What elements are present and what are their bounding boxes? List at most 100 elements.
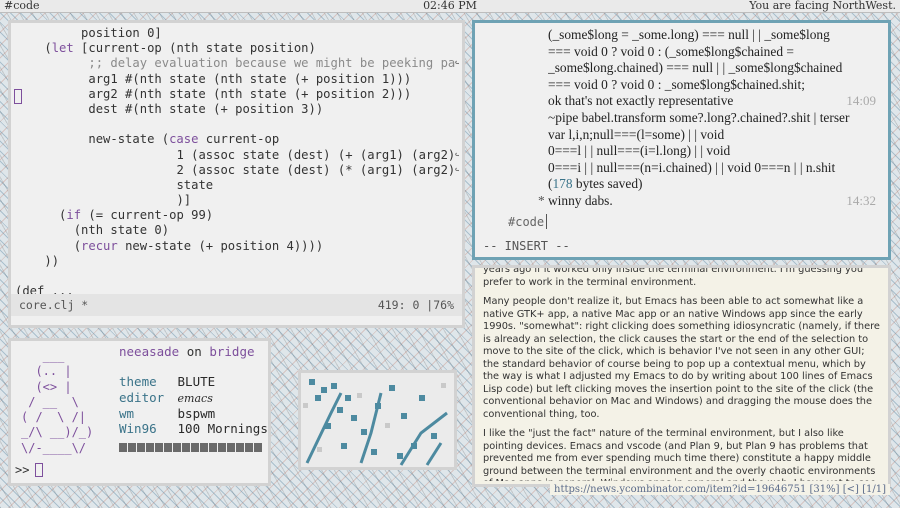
chat-message: === void 0 ? void 0 : (_some$long$chaine…	[548, 43, 794, 59]
user-host-line: neeasade on bridge	[119, 344, 268, 359]
code-text: (def ...	[15, 284, 74, 294]
chat-message: === void 0 ? void 0 : _some$long$chained…	[548, 76, 805, 92]
info-key: editor	[119, 389, 165, 405]
code-text: 1 (assoc state (dest) (+ (arg1) (arg2)	[176, 147, 456, 162]
code-line[interactable]: arg1 #(nth state (nth state (+ position …	[15, 72, 459, 87]
irc-window[interactable]: (_some$long = _some.long) === null | | _…	[472, 20, 891, 260]
code-text: new-state (	[88, 132, 170, 147]
chat-message: 0===i | | null===(n=i.chained) | | void …	[548, 159, 836, 175]
code-line[interactable]: (recur new-state (+ position 4))))	[15, 239, 459, 254]
chat-message: winny dabs.	[548, 193, 613, 208]
fringe-marker	[14, 89, 22, 104]
code-text: current-op	[198, 132, 280, 147]
code-line[interactable]: (nth state 0)	[15, 223, 459, 238]
shell-prompt[interactable]: >>	[15, 463, 44, 477]
chat-message: var l,i,n;null===(l=some) | | void	[548, 126, 725, 142]
code-keyword: recur	[81, 238, 118, 253]
chat-message: (178 bytes saved)	[548, 176, 643, 192]
color-swatches	[119, 437, 263, 452]
code-line[interactable]: dest #(nth state (+ position 3))	[15, 102, 459, 117]
code-line[interactable]: ))	[15, 254, 459, 269]
code-editor-window[interactable]: position 0] (let [current-op (nth state …	[8, 20, 465, 328]
username: neeasade	[119, 344, 180, 359]
paragraph: I like the "just the fact" nature of the…	[483, 428, 876, 481]
code-text: (= current-op 99)	[81, 208, 214, 223]
info-value: BLUTE	[177, 374, 216, 390]
comment-text: years ago if it worked only inside the t…	[483, 265, 883, 481]
code-text: state	[176, 177, 214, 192]
page-url[interactable]: https://news.ycombinator.com/item?id=196…	[550, 484, 890, 495]
browser-window[interactable]: years ago if it worked only inside the t…	[472, 265, 891, 487]
chat-log: (_some$long = _some.long) === null | | _…	[475, 27, 888, 229]
code-keyword: if	[66, 208, 82, 223]
code-text: dest #(nth state (+ position 3))	[88, 101, 324, 116]
chat-input[interactable]: #code	[508, 213, 548, 231]
line-wrap-icon: ↪	[455, 163, 459, 178]
code-keyword: let	[51, 41, 74, 56]
terminal-window[interactable]: ___ (.. | (<> | / __ \ ( / \ /| _/\ __)/…	[8, 338, 271, 486]
code-line[interactable]: (let [current-op (nth state position)	[15, 41, 459, 56]
code-line[interactable]: position 0]	[15, 26, 459, 41]
code-line[interactable]: )]	[15, 193, 459, 208]
info-row-wm: wm bspwm	[119, 406, 268, 421]
code-comment: ;; delay evaluation because we might be …	[88, 56, 456, 71]
code-buffer[interactable]: position 0] (let [current-op (nth state …	[15, 26, 459, 294]
ascii-logo: ___ (.. | (<> | / __ \ ( / \ /| _/\ __)/…	[21, 349, 94, 455]
vim-mode-indicator: -- INSERT --	[483, 239, 570, 253]
image-viewer-window[interactable]	[298, 370, 457, 470]
chat-message: ~pipe babel.transform some?.long?.chaine…	[548, 110, 850, 125]
code-text: arg2 #(nth state (nth state (+ position …	[88, 86, 412, 101]
info-key: wm	[119, 405, 135, 421]
info-row-win96: Win96 100 Mornings	[119, 421, 268, 436]
buffer-name[interactable]: core.clj *	[19, 294, 88, 316]
wallpaper-tile-image	[301, 373, 454, 467]
code-line[interactable]: (def ...	[15, 284, 459, 294]
chat-message: _some$long.chained) === null | | _some$l…	[548, 60, 843, 76]
action-marker: *	[538, 193, 545, 208]
info-row-editor: editor emacs	[119, 390, 268, 406]
info-value: emacs	[177, 391, 213, 405]
info-row-theme: theme BLUTE	[119, 374, 268, 389]
code-text: arg1 #(nth state (nth state (+ position …	[88, 71, 412, 86]
browser-status-bar: https://news.ycombinator.com/item?id=196…	[0, 484, 900, 498]
status-message: You are facing NorthWest.	[749, 0, 896, 12]
code-keyword: case	[169, 132, 199, 147]
prompt-symbol: >>	[15, 463, 30, 477]
code-line[interactable]	[15, 117, 459, 132]
code-line[interactable]: state	[15, 178, 459, 193]
channel-prompt: #code	[508, 214, 545, 229]
code-line[interactable]: ;; delay evaluation because we might be …	[15, 56, 459, 71]
timestamp: 14:09	[846, 93, 876, 109]
code-text: [current-op (nth state position)	[73, 41, 316, 56]
text-cursor	[35, 463, 44, 477]
top-bar: #code 02:46 PM You are facing NorthWest.	[0, 0, 900, 13]
info-value: 100 Mornings	[177, 421, 268, 437]
code-text: ))	[44, 253, 60, 268]
info-key: theme	[119, 374, 157, 390]
code-line[interactable]: arg2 #(nth state (nth state (+ position …	[15, 87, 459, 102]
line-wrap-icon: ↪	[455, 56, 459, 71]
code-text: new-state (+ position 4))))	[117, 238, 324, 253]
text-cursor	[546, 213, 548, 229]
chat-message: (_some$long = _some.long) === null | | _…	[548, 27, 830, 42]
code-line[interactable]: 1 (assoc state (dest) (+ (arg1) (arg2)↪	[15, 148, 459, 163]
chat-message: 0===l | | null===(i=l.long) | | void	[548, 143, 731, 159]
info-key: Win96	[119, 421, 157, 437]
line-wrap-icon: ↪	[455, 148, 459, 163]
timestamp: 14:32	[846, 193, 876, 208]
code-text: )]	[176, 193, 192, 208]
paragraph: Many people don't realize it, but Emacs …	[483, 296, 880, 420]
code-text: position 0]	[81, 26, 162, 40]
hostname: bridge	[209, 344, 255, 359]
paragraph: years ago if it worked only inside the t…	[483, 265, 864, 288]
code-line[interactable]: (if (= current-op 99)	[15, 208, 459, 223]
highlight-number: 178	[552, 176, 573, 192]
code-text: (	[44, 41, 52, 56]
code-line[interactable]: new-state (case current-op	[15, 132, 459, 147]
code-line[interactable]	[15, 269, 459, 284]
code-line[interactable]: 2 (assoc state (dest) (* (arg1) (arg2)↪	[15, 163, 459, 178]
code-text: (	[73, 238, 82, 253]
mode-line: core.clj * 419: 0 |76%	[11, 294, 462, 316]
info-value: bspwm	[177, 405, 216, 421]
on-label: on	[186, 344, 202, 359]
